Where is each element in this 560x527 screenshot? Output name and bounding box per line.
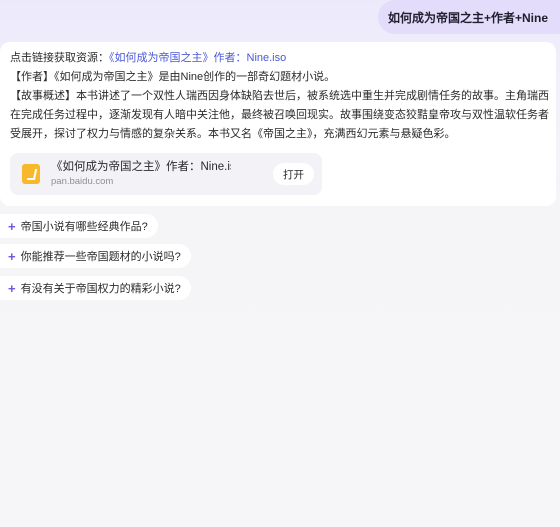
user-message-text: 如何成为帝国之主+作者+Nine bbox=[387, 10, 548, 25]
resource-line: 点击链接获取资源：《如何成为帝国之主》作者：Nine.iso bbox=[10, 49, 546, 68]
plus-icon: + bbox=[8, 248, 16, 264]
file-card[interactable]: 《如何成为帝国之主》作者：Nine.iso pan.baidu.com 打开 bbox=[10, 153, 322, 195]
summary-line-3: 受展开，探讨了权力与情感的复杂关系。本书又名《帝国之主》，充满西幻元素与悬疑色彩… bbox=[10, 128, 456, 140]
author-line: 【作者】《如何成为帝国之主》是由Nine创作的一部奇幻题材小说。 bbox=[10, 71, 336, 83]
suggestion-text: 帝国小说有哪些经典作品? bbox=[20, 221, 148, 233]
summary-line-1: 【故事概述】本书讲述了一个双性人瑞西因身体缺陷去世后，被系统选中重生并完成剧情任… bbox=[10, 90, 549, 102]
open-button[interactable]: 打开 bbox=[273, 163, 314, 185]
suggestion-1[interactable]: + 帝国小说有哪些经典作品? bbox=[0, 214, 158, 238]
suggestion-text: 有没有关于帝国权力的精彩小说? bbox=[20, 283, 181, 295]
plus-icon: + bbox=[8, 280, 16, 296]
suggestion-text: 你能推荐一些帝国题材的小说吗? bbox=[20, 251, 181, 263]
file-info: 《如何成为帝国之主》作者：Nine.iso pan.baidu.com bbox=[51, 159, 231, 189]
user-message-bubble: 如何成为帝国之主+作者+Nine bbox=[377, 0, 560, 34]
resource-link[interactable]: 《如何成为帝国之主》作者：Nine.iso bbox=[109, 52, 286, 64]
baidu-pan-file-icon bbox=[22, 164, 40, 184]
file-title: 《如何成为帝国之主》作者：Nine.iso bbox=[51, 161, 231, 173]
summary-line-2: 在完成任务过程中，逐渐发现有人暗中关注他，最终被召唤回现实。故事围绕变态狡黠皇帝… bbox=[10, 109, 549, 121]
answer-card: 点击链接获取资源：《如何成为帝国之主》作者：Nine.iso 【作者】《如何成为… bbox=[0, 42, 556, 206]
file-domain: pan.baidu.com bbox=[51, 176, 114, 187]
suggestion-3[interactable]: + 有没有关于帝国权力的精彩小说? bbox=[0, 276, 191, 300]
plus-icon: + bbox=[8, 218, 16, 234]
resource-prefix: 点击链接获取资源： bbox=[10, 52, 109, 64]
suggestion-2[interactable]: + 你能推荐一些帝国题材的小说吗? bbox=[0, 244, 191, 268]
